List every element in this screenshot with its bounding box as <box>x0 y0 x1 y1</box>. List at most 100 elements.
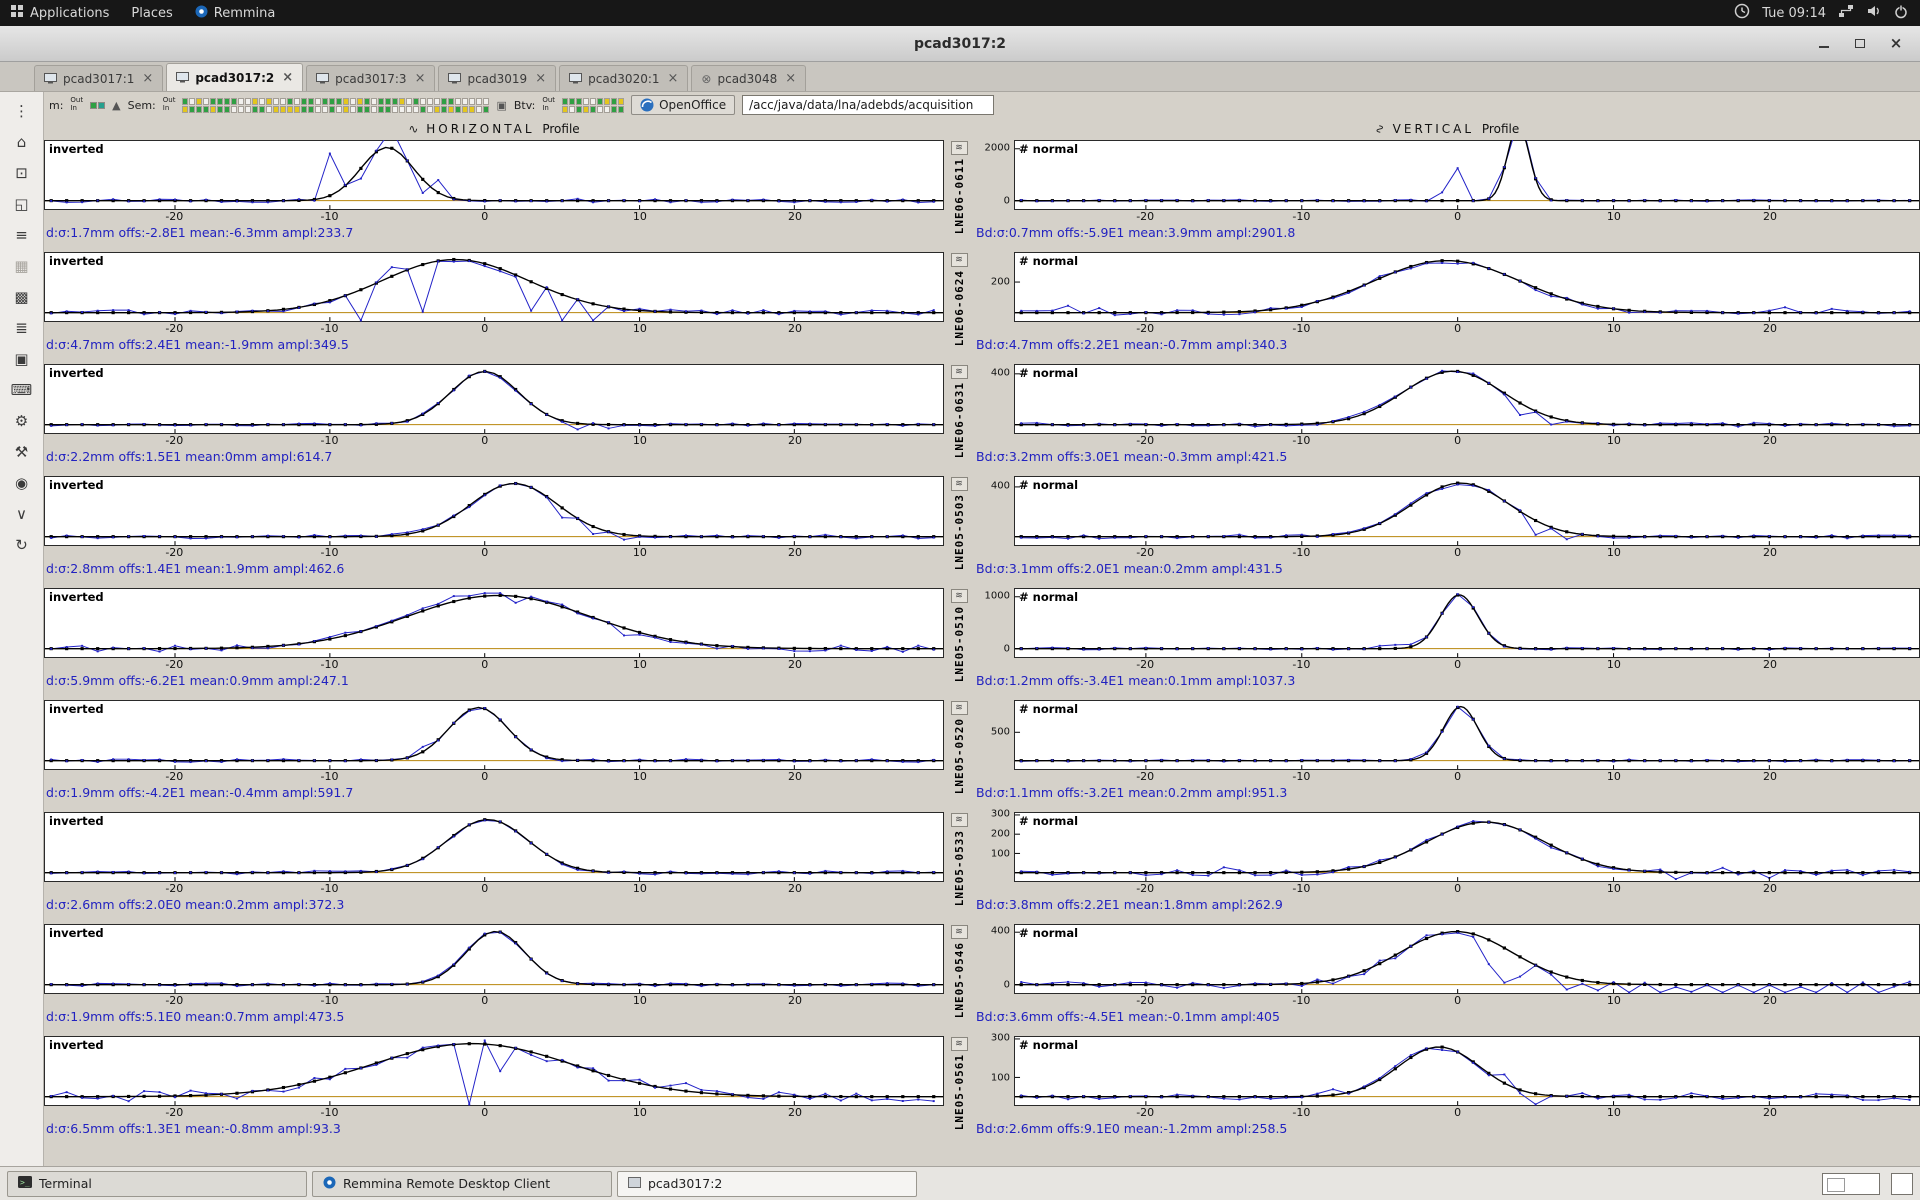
device-label: LNE06-0624 <box>952 270 966 347</box>
horizontal-profile-plot: inverted -20 -10 0 10 20 d:σ:4.7mm offs:2.4E… <box>44 252 944 355</box>
close-tab-icon[interactable]: × <box>282 70 293 85</box>
x-tick-label: 0 <box>1454 658 1462 671</box>
tab-pcad3019[interactable]: pcad3019 × <box>438 65 557 91</box>
window-titlebar[interactable]: pcad3017:2 × <box>0 26 1920 62</box>
tools-icon[interactable]: ⚒ <box>7 441 37 462</box>
fit-stats: d:σ:2.8mm offs:1.4E1 mean:1.9mm ampl:462… <box>46 561 345 576</box>
recording-indicator-icon[interactable] <box>1734 3 1750 23</box>
power-icon[interactable] <box>1894 4 1908 23</box>
profile-settings-icon[interactable]: ≋ <box>950 701 968 715</box>
sem-status-grid[interactable] <box>182 97 490 113</box>
profile-settings-icon[interactable]: ≋ <box>950 365 968 379</box>
menu-icon[interactable]: ≡ <box>7 224 37 245</box>
menu-applications[interactable]: Applications <box>0 0 120 26</box>
x-axis: -20 -10 0 10 20 <box>1014 210 1920 225</box>
plot-mode-label: # normal <box>1019 814 1079 828</box>
volume-icon[interactable] <box>1866 4 1882 22</box>
taskbar-window-pcad3017-2[interactable]: pcad3017:2 <box>617 1170 917 1197</box>
profile-settings-icon[interactable]: ≋ <box>950 589 968 603</box>
x-tick-label: -20 <box>1136 770 1155 783</box>
maximize-window-icon[interactable] <box>1852 36 1868 52</box>
keyboard-grab-icon[interactable]: ⌨ <box>7 379 37 400</box>
disconnect-icon[interactable]: ↻ <box>7 534 37 555</box>
device-strip: ≋ LNE05-0561 <box>944 1036 974 1139</box>
multi-monitor-icon[interactable]: ▦ <box>7 255 37 276</box>
profile-row: inverted -20 -10 0 10 20 d:σ:2.8mm offs:1.4E… <box>44 476 1920 579</box>
x-tick-label: -10 <box>320 882 339 895</box>
close-window-icon[interactable]: × <box>1888 36 1904 52</box>
profile-settings-icon[interactable]: ≋ <box>950 925 968 939</box>
profile-settings-icon[interactable]: ≋ <box>950 477 968 491</box>
fit-stats: d:σ:1.7mm offs:-2.8E1 mean:-6.3mm ampl:2… <box>46 225 354 240</box>
x-tick-label: 0 <box>1454 882 1462 895</box>
profile-row: inverted -20 -10 0 10 20 d:σ:6.5mm offs:1.3E… <box>44 1033 1920 1139</box>
profile-settings-icon[interactable]: ≋ <box>950 141 968 155</box>
menu-remmina[interactable]: Remmina <box>184 0 287 26</box>
profile-row: inverted -20 -10 0 10 20 d:σ:2.2mm offs:1.5E… <box>44 364 1920 467</box>
window-mode-icon[interactable]: ▣ <box>7 348 37 369</box>
close-tab-icon[interactable]: × <box>668 71 679 86</box>
x-axis: -20 -10 0 10 20 <box>44 546 944 561</box>
scaled-mode-icon[interactable]: ≣ <box>7 317 37 338</box>
tab-pcad3020:1[interactable]: pcad3020:1 × <box>559 65 689 91</box>
x-tick-label: -20 <box>1136 1106 1155 1119</box>
x-tick-label: 0 <box>481 434 489 447</box>
m-label: m: <box>49 98 64 112</box>
workspace-switcher[interactable] <box>1822 1172 1880 1195</box>
remote-session: ⋮ ⌂ ⊡ ◱ ≡ ▦ ▩ ≣ ▣ ⌨ ⚙ ⚒ ◉ ∨ ↻ m: Out In ▲ Sem: Out In ▣ … <box>0 92 1920 1166</box>
horizontal-profile-plot: inverted -20 -10 0 10 20 d:σ:5.9mm offs:-6.2… <box>44 588 944 691</box>
gnome-top-panel: Applications Places Remmina Tue 09:14 <box>0 0 1920 26</box>
x-tick-label: 0 <box>1454 210 1462 223</box>
minimize-icon[interactable]: ∨ <box>7 503 37 524</box>
clock[interactable]: Tue 09:14 <box>1762 6 1826 21</box>
taskbar-window-terminal[interactable]: >_ Terminal <box>7 1170 307 1197</box>
plot-mode-label: inverted <box>49 926 104 940</box>
y-tick-label: 400 <box>990 925 1010 937</box>
btv-status-grid[interactable] <box>562 97 625 113</box>
fullscreen-icon[interactable]: ◱ <box>7 193 37 214</box>
x-tick-label: -20 <box>165 546 184 559</box>
tab-pcad3017:2[interactable]: pcad3017:2 × <box>166 63 304 91</box>
network-icon[interactable] <box>1838 4 1854 22</box>
minimize-window-icon[interactable] <box>1816 36 1832 52</box>
dynamic-resolution-icon[interactable]: ▩ <box>7 286 37 307</box>
x-tick-label: 10 <box>1606 994 1621 1007</box>
svg-text:>_: >_ <box>20 1178 30 1187</box>
y-axis: 300 100 <box>974 1033 1014 1106</box>
horizontal-profile-plot: inverted -20 -10 0 10 20 d:σ:6.5mm offs:1.3E… <box>44 1036 944 1139</box>
profile-settings-icon[interactable]: ≋ <box>950 1037 968 1051</box>
x-axis: -20 -10 0 10 20 <box>1014 994 1920 1009</box>
show-desktop-button[interactable] <box>1891 1172 1913 1195</box>
profile-settings-icon[interactable]: ≋ <box>950 813 968 827</box>
close-tab-icon[interactable]: × <box>535 71 546 86</box>
y-tick-label: 0 <box>1003 979 1010 991</box>
acquisition-toolbar: m: Out In ▲ Sem: Out In ▣ Btv: Out In Op… <box>44 92 1920 118</box>
tab-pcad3017:1[interactable]: pcad3017:1 × <box>34 65 164 91</box>
screen-icon[interactable]: ⌂ <box>7 131 37 152</box>
btv-out-in-labels: Out In <box>542 96 556 112</box>
x-tick-label: 10 <box>632 882 647 895</box>
x-tick-label: -10 <box>1292 770 1311 783</box>
tab-pcad3017:3[interactable]: pcad3017:3 × <box>306 65 436 91</box>
drag-handle-icon[interactable]: ⋮ <box>7 100 37 121</box>
fit-window-icon[interactable]: ⊡ <box>7 162 37 183</box>
screenshot-icon[interactable]: ◉ <box>7 472 37 493</box>
plot-mode-label: inverted <box>49 814 104 828</box>
fit-stats: Bd:σ:3.6mm offs:-4.5E1 mean:-0.1mm ampl:… <box>976 1009 1280 1024</box>
preferences-icon[interactable]: ⚙ <box>7 410 37 431</box>
openoffice-button[interactable]: OpenOffice <box>631 95 736 115</box>
profile-settings-icon[interactable]: ≋ <box>950 253 968 267</box>
panel-indicators: Tue 09:14 <box>1734 3 1920 23</box>
close-tab-icon[interactable]: × <box>142 71 153 86</box>
close-tab-icon[interactable]: × <box>415 71 426 86</box>
path-field[interactable]: /acc/java/data/lna/adebds/acquisition <box>742 95 995 115</box>
taskbar-window-remmina-remote-desktop-client[interactable]: Remmina Remote Desktop Client <box>312 1170 612 1197</box>
window-title: pcad3017:2 <box>913 35 1007 52</box>
tab-pcad3048[interactable]: ⊗ pcad3048 × <box>691 65 807 91</box>
menu-places[interactable]: Places <box>120 0 183 26</box>
close-tab-icon[interactable]: × <box>785 71 796 86</box>
x-tick-label: -20 <box>165 210 184 223</box>
device-label: LNE05-0546 <box>952 942 966 1019</box>
x-tick-label: 10 <box>632 770 647 783</box>
plot-mode-label: inverted <box>49 254 104 268</box>
